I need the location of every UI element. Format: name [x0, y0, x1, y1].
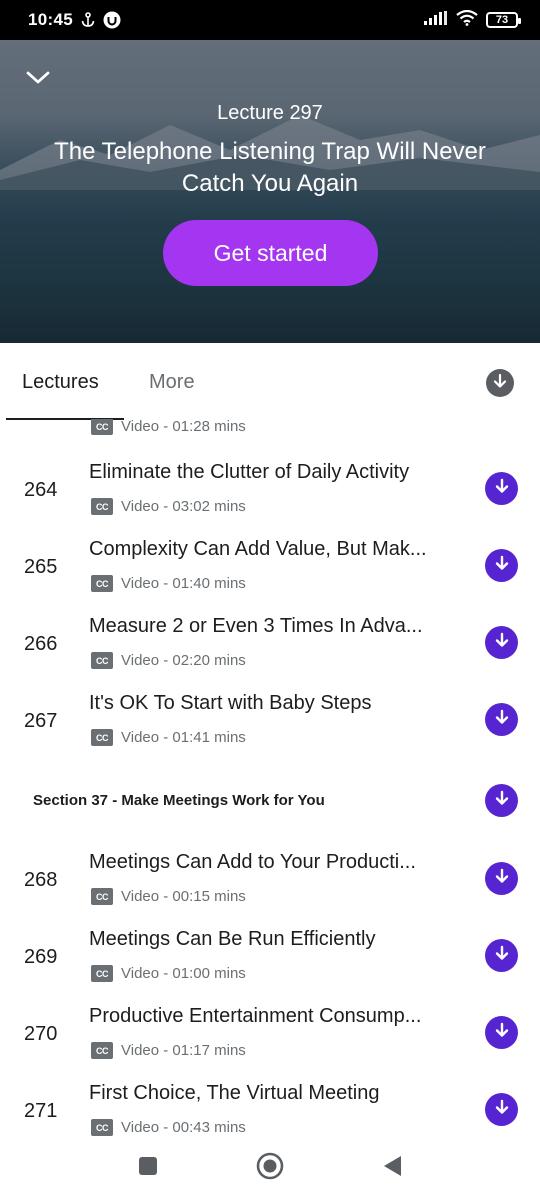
lecture-number: 266 [24, 633, 58, 655]
recents-square-icon [138, 1156, 158, 1181]
closed-captions-icon: CC [91, 652, 113, 669]
lecture-meta: CC Video - 00:15 mins [91, 888, 246, 905]
section-header[interactable]: Section 37 - Make Meetings Work for You [0, 771, 540, 831]
section-title: Section 37 - Make Meetings Work for You [33, 792, 325, 809]
lecture-meta: CC Video - 03:02 mins [91, 498, 246, 515]
anchor-icon [81, 12, 95, 28]
recents-button[interactable] [133, 1153, 163, 1183]
lecture-meta: CC Video - 01:41 mins [91, 729, 246, 746]
closed-captions-icon: CC [91, 1119, 113, 1136]
tab-more[interactable]: More [149, 371, 195, 394]
lecture-meta: CC Video - 01:00 mins [91, 965, 246, 982]
battery-icon: 73 [486, 12, 521, 28]
closed-captions-icon: CC [91, 575, 113, 592]
system-nav-bar [0, 1139, 540, 1200]
lecture-number: 271 [24, 1100, 58, 1122]
lecture-meta: CC Video - 02:20 mins [91, 652, 246, 669]
home-circle-icon [256, 1152, 284, 1185]
lecture-number: 268 [24, 869, 58, 891]
lecture-duration: Video - 01:40 mins [121, 575, 246, 592]
lecture-duration: Video - 01:41 mins [121, 729, 246, 746]
download-section-button[interactable] [485, 784, 518, 817]
back-triangle-icon [381, 1154, 403, 1183]
list-item[interactable]: 266 Measure 2 or Even 3 Times In Adva...… [0, 605, 540, 682]
lecture-meta: CC Video - 01:17 mins [91, 1042, 246, 1059]
download-button[interactable] [485, 862, 518, 895]
download-arrow-icon [492, 373, 508, 394]
download-arrow-icon [494, 478, 510, 499]
lecture-number: 269 [24, 946, 58, 968]
lecture-title: The Telephone Listening Trap Will Never … [54, 138, 486, 197]
lecture-duration: Video - 01:28 mins [121, 419, 246, 435]
closed-captions-icon: CC [91, 1042, 113, 1059]
tab-bar: Lectures More [0, 343, 540, 420]
back-button[interactable] [377, 1153, 407, 1183]
lecture-number: 267 [24, 710, 58, 732]
lecture-number: Lecture 297 [217, 102, 323, 124]
download-arrow-icon [494, 1099, 510, 1120]
closed-captions-icon: CC [91, 729, 113, 746]
list-item[interactable]: 264 Eliminate the Clutter of Daily Activ… [0, 451, 540, 528]
lecture-duration: Video - 01:17 mins [121, 1042, 246, 1059]
download-button[interactable] [485, 1016, 518, 1049]
home-button[interactable] [255, 1152, 285, 1185]
download-button[interactable] [485, 939, 518, 972]
lecture-duration: Video - 02:20 mins [121, 652, 246, 669]
download-arrow-icon [494, 709, 510, 730]
download-button[interactable] [485, 549, 518, 582]
lecture-duration: Video - 01:00 mins [121, 965, 246, 982]
lecture-duration: Video - 00:15 mins [121, 888, 246, 905]
lecture-item-title: Productive Entertainment Consump... [89, 1005, 422, 1027]
lecture-item-title: Meetings Can Add to Your Producti... [89, 851, 416, 873]
download-arrow-icon [494, 1022, 510, 1043]
get-started-button[interactable]: Get started [163, 220, 378, 286]
download-button[interactable] [485, 626, 518, 659]
list-item[interactable]: 271 First Choice, The Virtual Meeting CC… [0, 1072, 540, 1139]
list-item[interactable]: 268 Meetings Can Add to Your Producti...… [0, 841, 540, 918]
lecture-item-title: First Choice, The Virtual Meeting [89, 1082, 380, 1104]
lecture-item-title: It's OK To Start with Baby Steps [89, 692, 372, 714]
chevron-down-icon [25, 70, 51, 91]
closed-captions-icon: CC [91, 419, 113, 435]
download-button[interactable] [485, 703, 518, 736]
download-all-button[interactable] [486, 369, 514, 397]
lecture-item-title: Eliminate the Clutter of Daily Activity [89, 461, 410, 483]
closed-captions-icon: CC [91, 888, 113, 905]
lecture-duration: Video - 00:43 mins [121, 1119, 246, 1136]
download-button[interactable] [485, 1093, 518, 1126]
app-notification-icon [103, 11, 121, 29]
lecture-number: 264 [24, 479, 58, 501]
list-item[interactable]: 267 It's OK To Start with Baby Steps CC … [0, 682, 540, 759]
download-arrow-icon [494, 868, 510, 889]
list-item[interactable]: 265 Complexity Can Add Value, But Mak...… [0, 528, 540, 605]
lecture-hero: Lecture 297 The Telephone Listening Trap… [0, 40, 540, 343]
lecture-list: CC Video - 01:28 mins 264 Eliminate the … [0, 419, 540, 1139]
lecture-meta: CC Video - 01:28 mins [91, 419, 246, 435]
lecture-meta: CC Video - 00:43 mins [91, 1119, 246, 1136]
closed-captions-icon: CC [91, 965, 113, 982]
download-arrow-icon [494, 790, 510, 811]
signal-icon [424, 10, 448, 30]
lecture-number: 270 [24, 1023, 58, 1045]
collapse-button[interactable] [24, 68, 52, 92]
list-item[interactable]: 269 Meetings Can Be Run Efficiently CC V… [0, 918, 540, 995]
lecture-number: 265 [24, 556, 58, 578]
status-bar: 10:45 73 [0, 0, 540, 40]
tab-lectures[interactable]: Lectures [22, 371, 99, 394]
list-item[interactable]: CC Video - 01:28 mins [0, 419, 540, 454]
list-item[interactable]: 270 Productive Entertainment Consump... … [0, 995, 540, 1072]
lecture-item-title: Complexity Can Add Value, But Mak... [89, 538, 427, 560]
lecture-item-title: Measure 2 or Even 3 Times In Adva... [89, 615, 423, 637]
closed-captions-icon: CC [91, 498, 113, 515]
download-arrow-icon [494, 555, 510, 576]
wifi-icon [456, 9, 478, 31]
download-arrow-icon [494, 945, 510, 966]
status-time: 10:45 [28, 10, 73, 29]
lecture-meta: CC Video - 01:40 mins [91, 575, 246, 592]
download-arrow-icon [494, 632, 510, 653]
lecture-duration: Video - 03:02 mins [121, 498, 246, 515]
download-button[interactable] [485, 472, 518, 505]
lecture-item-title: Meetings Can Be Run Efficiently [89, 928, 376, 950]
